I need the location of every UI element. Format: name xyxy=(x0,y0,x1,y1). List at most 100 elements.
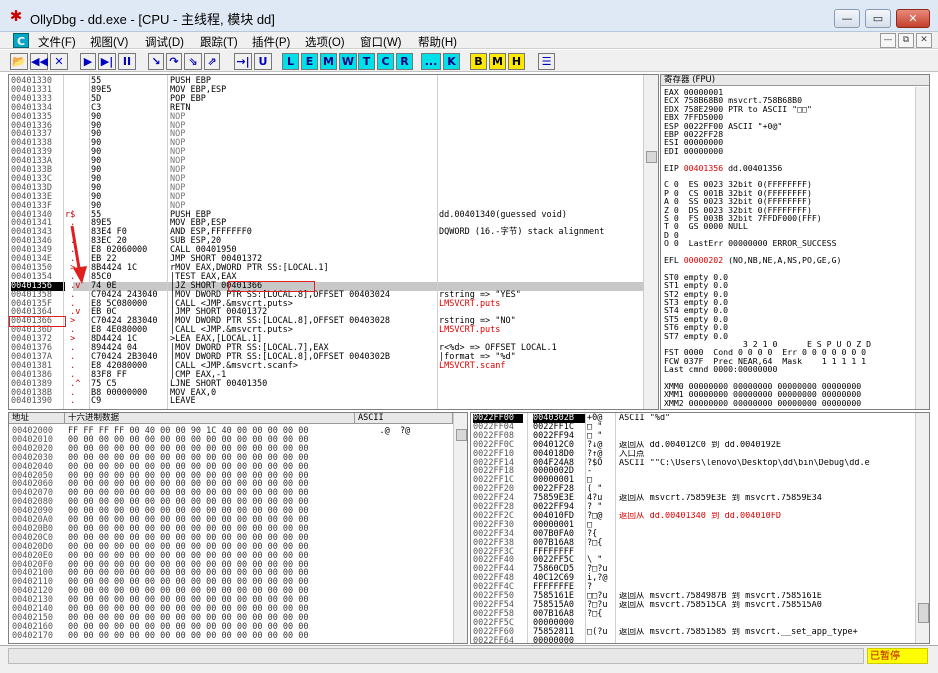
disasm-comment: LMSVCRT.puts xyxy=(439,325,501,336)
stack-comment: 返回从 msvcrt.758515CA 到 msvcrt.758515A0 xyxy=(619,600,822,610)
memory-dump-pane[interactable]: 地址 十六进制数据 ASCII 00402000 FF FF FF FF 00 40 0… xyxy=(8,412,468,644)
register-line[interactable]: EIP 00401356 dd.00401356 xyxy=(664,163,782,173)
stack-value[interactable]: 00000000 xyxy=(533,636,585,643)
disasm-comment: dd.00401340(guessed void) xyxy=(439,209,567,220)
jz-target-highlight-box xyxy=(228,280,315,292)
toolbar-H-button[interactable]: H xyxy=(508,53,525,70)
toolbar-pause-button[interactable]: II xyxy=(118,53,136,70)
toolbar-open-button[interactable]: 📂 xyxy=(10,53,28,70)
cpu-window-icon[interactable]: C xyxy=(13,33,29,48)
menu-item-2[interactable]: 调试(D) xyxy=(145,34,184,50)
stack-pane[interactable]: 0022FF00 0040302B +0@ ASCII "%d" 0022FF04 002… xyxy=(470,412,930,644)
toolbar-E-button[interactable]: E xyxy=(301,53,318,70)
annotation-arrow-icon xyxy=(70,225,87,284)
stack-ascii: ?□{ xyxy=(587,608,603,619)
menu-bar xyxy=(0,32,938,49)
stack-ascii: □(?u xyxy=(587,626,608,637)
toolbar-dots-button[interactable]: ... xyxy=(421,53,441,70)
toolbar-C-button[interactable]: C xyxy=(377,53,394,70)
toolbar-trace-over-button[interactable]: ⇗ xyxy=(204,53,220,70)
efl-value[interactable]: 00000202 xyxy=(684,255,723,265)
stack-comment: 返回从 msvcrt.75859E3E 到 msvcrt.75859E34 xyxy=(619,494,822,503)
toolbar-R-button[interactable]: R xyxy=(396,53,413,70)
menu-item-1[interactable]: 视图(V) xyxy=(90,34,128,50)
minimize-button[interactable]: — xyxy=(834,9,860,28)
disassembly-scrollbar[interactable] xyxy=(643,75,658,409)
toolbar-up-button[interactable]: U xyxy=(254,53,272,70)
status-message xyxy=(8,648,864,664)
toolbar-run-thread-button[interactable]: ▶| xyxy=(98,53,116,70)
register-line[interactable]: O 0 LastErr 00000000 ERROR_SUCCESS xyxy=(664,239,837,248)
toolbar-B-button[interactable]: B xyxy=(470,53,487,70)
stack-comment: 返回从 dd.004012C0 到 dd.0040192E xyxy=(619,440,781,450)
registers-scrollbar[interactable] xyxy=(915,87,929,409)
dump-scroll-thumb[interactable] xyxy=(456,429,467,441)
registers-pane[interactable]: 寄存器 (FPU) EAX 00000001 ECX 758B68B0 msvcrt… xyxy=(660,74,930,410)
disasm-hex: C9 xyxy=(91,396,102,407)
menu-item-5[interactable]: 选项(O) xyxy=(305,34,345,50)
toolbar-step-over-button[interactable]: ↷ xyxy=(166,53,182,70)
register-line[interactable]: XMM2 00000000 00000000 00000000 00000000 xyxy=(664,398,861,408)
stack-address[interactable]: 0022FF64 xyxy=(473,636,523,643)
dump-ascii-header[interactable]: ASCII xyxy=(355,413,453,424)
register-line[interactable]: EFL 00000202 (NO,NB,NE,A,NS,PO,GE,G) xyxy=(664,256,841,265)
disasm-comment: DQWORD (16.-字节) stack alignment xyxy=(439,227,605,238)
eip-value[interactable]: 00401356 xyxy=(684,163,723,173)
menu-item-4[interactable]: 插件(P) xyxy=(252,34,290,50)
toolbar-T-button[interactable]: T xyxy=(358,53,375,70)
toolbar-L-button[interactable]: L xyxy=(282,53,299,70)
stack-comment: 返回从 msvcrt.7584987B 到 msvcrt.7585161E xyxy=(619,592,822,601)
stack-comment: 返回从 dd.00401340 到 dd.004010FD xyxy=(619,511,781,521)
mdi-restore-button[interactable]: ⧉ xyxy=(898,33,914,48)
dump-address-header[interactable]: 地址 xyxy=(9,413,65,424)
dump-address[interactable]: 00402170 xyxy=(12,631,53,641)
stack-ascii: ?□{ xyxy=(587,537,603,548)
disasm-column-divider xyxy=(437,75,438,409)
disasm-column-divider xyxy=(167,75,168,409)
stack-scrollbar[interactable] xyxy=(915,413,929,643)
toolbar-W-button[interactable]: W xyxy=(339,53,357,70)
mdi-close-button[interactable]: ✕ xyxy=(916,33,932,48)
disassembly-pane[interactable]: 00401330 55 PUSH EBP 00401331 89E5 MOV EBP,… xyxy=(8,74,659,410)
disasm-address[interactable]: 00401390 xyxy=(11,397,65,406)
mdi-minimize-button[interactable]: — xyxy=(880,33,896,48)
paused-status-badge: 已暂停 xyxy=(867,648,928,664)
toolbar-step-into-button[interactable]: ↘ xyxy=(148,53,164,70)
close-button[interactable]: ✕ xyxy=(896,9,930,28)
stack-comment: ASCII "%d" xyxy=(619,414,671,423)
stack-comment: ASCII ""C:\Users\lenovo\Desktop\dd\bin\D… xyxy=(619,458,870,468)
dump-hex-header[interactable]: 十六进制数据 xyxy=(65,413,355,424)
toolbar-trace-into-button[interactable]: ⇘ xyxy=(184,53,202,70)
disasm-jump-marker: . xyxy=(65,396,76,407)
register-line[interactable]: EDI 00000000 xyxy=(664,146,723,156)
menu-item-0[interactable]: 文件(F) xyxy=(38,34,76,50)
stack-column-divider xyxy=(615,413,616,643)
menu-item-7[interactable]: 帮助(H) xyxy=(418,34,457,50)
toolbar-M-button[interactable]: M xyxy=(320,53,337,70)
stack-comment: 返回从 msvcrt.75851585 到 msvcrt.__set_app_t… xyxy=(619,627,858,637)
toolbar-close-proc-button[interactable]: ✕ xyxy=(50,53,68,70)
toolbar-M2-button[interactable]: M xyxy=(489,53,506,70)
stack-column-divider xyxy=(527,413,528,643)
target-address-highlight-box xyxy=(9,316,66,328)
ollydbg-bug-icon: ✱ xyxy=(9,7,23,25)
window-title: OllyDbg - dd.exe - [CPU - 主线程, 模块 dd] xyxy=(30,12,275,27)
register-line[interactable]: Last cmnd 0000:00000000 xyxy=(664,365,777,374)
stack-scroll-thumb[interactable] xyxy=(918,603,929,623)
dump-ascii: .@ ?@ xyxy=(359,426,411,436)
registers-header: 寄存器 (FPU) xyxy=(661,75,929,86)
toolbar-K-button[interactable]: K xyxy=(443,53,460,70)
menu-item-6[interactable]: 窗口(W) xyxy=(360,34,402,50)
disasm-instruction[interactable]: LEAVE xyxy=(170,397,196,406)
toolbar-run-button[interactable]: ▶ xyxy=(80,53,96,70)
disasm-comment: LMSVCRT.scanf xyxy=(439,360,506,371)
toolbar-till-return-button[interactable]: →| xyxy=(234,53,252,70)
disasm-comment: LMSVCRT.puts xyxy=(439,298,501,309)
stack-comment: 入口点 xyxy=(619,449,645,459)
toolbar-restart-button[interactable]: ◀◀ xyxy=(30,53,48,70)
maximize-button[interactable]: ▭ xyxy=(865,9,891,28)
dump-scrollbar[interactable] xyxy=(453,413,467,643)
toolbar-list-button[interactable]: ☰ xyxy=(538,53,555,70)
menu-item-3[interactable]: 跟踪(T) xyxy=(200,34,238,50)
dump-hex-bytes[interactable]: 00 00 00 00 00 00 00 00 00 00 00 00 00 0… xyxy=(68,631,309,641)
